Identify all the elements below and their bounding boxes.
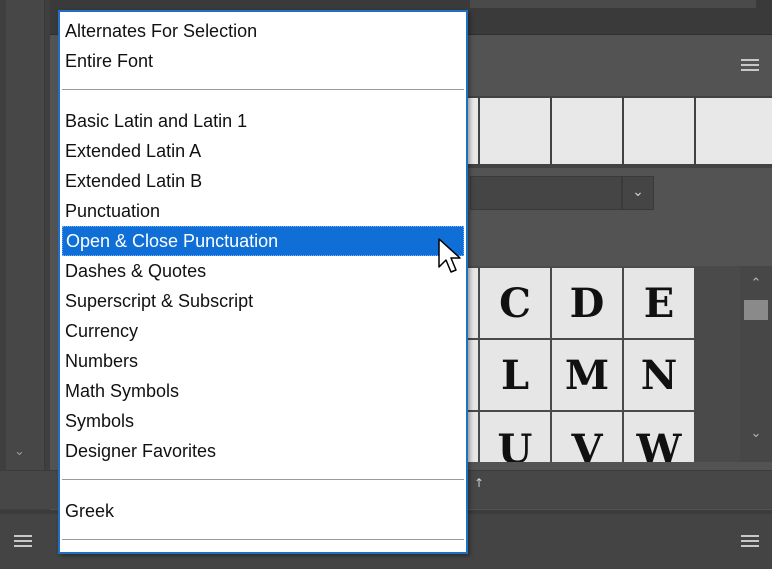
menu-item-dashes-quotes[interactable]: Dashes & Quotes — [62, 256, 464, 286]
menu-item-entire-font[interactable]: Entire Font — [62, 46, 464, 76]
glyph-grid-scrollbar[interactable]: ⌃ ⌄ — [740, 266, 772, 462]
glyph-cell[interactable]: L — [480, 340, 550, 410]
menu-item-symbols[interactable]: Symbols — [62, 406, 464, 436]
menu-item-superscript-subscript[interactable]: Superscript & Subscript — [62, 286, 464, 316]
glyph-cell[interactable]: U — [480, 412, 550, 462]
recent-glyph-cell[interactable] — [480, 98, 550, 164]
left-panel-menu-hamburger-icon[interactable] — [14, 535, 32, 547]
bottom-panel-menu-hamburger-icon[interactable] — [741, 535, 759, 547]
menu-item-punctuation[interactable]: Punctuation — [62, 196, 464, 226]
menu-item-currency[interactable]: Currency — [62, 316, 464, 346]
recent-glyph-cell[interactable] — [696, 98, 772, 164]
zoom-arrow-icon[interactable]: ↑ — [474, 476, 484, 490]
glyph-cell[interactable]: E — [624, 268, 694, 338]
glyph-char: C — [499, 279, 531, 327]
show-category-dropdown[interactable]: ⌄ — [470, 176, 654, 210]
glyph-char: D — [569, 279, 605, 327]
recently-used-glyphs-row — [466, 96, 772, 168]
menu-separator — [62, 89, 464, 90]
glyph-char: U — [497, 426, 533, 462]
glyph-char: N — [640, 351, 678, 399]
glyph-cell[interactable] — [468, 268, 478, 338]
glyph-char: E — [643, 279, 675, 327]
menu-item-numbers[interactable]: Numbers — [62, 346, 464, 376]
menu-item-basic-latin[interactable]: Basic Latin and Latin 1 — [62, 106, 464, 136]
glyph-cell[interactable]: V — [552, 412, 622, 462]
show-category-field[interactable] — [470, 176, 622, 210]
menu-item-open-close-punctuation[interactable]: Open & Close Punctuation — [62, 226, 464, 256]
recent-glyph-cell[interactable] — [552, 98, 622, 164]
menu-item-extended-latin-b[interactable]: Extended Latin B — [62, 166, 464, 196]
glyph-cell[interactable]: N — [624, 340, 694, 410]
glyph-cell[interactable]: M — [552, 340, 622, 410]
menu-separator — [62, 539, 464, 540]
menu-item-greek[interactable]: Greek — [62, 496, 464, 526]
scrollbar-thumb[interactable] — [744, 300, 768, 320]
menu-item-extended-latin-a[interactable]: Extended Latin A — [62, 136, 464, 166]
recent-glyph-cell[interactable] — [624, 98, 694, 164]
left-dock-panel — [6, 0, 45, 470]
top-panel-strip-inner — [470, 0, 756, 8]
glyph-category-menu: Alternates For Selection Entire Font Bas… — [58, 10, 468, 554]
recent-glyph-cell[interactable] — [468, 98, 478, 164]
menu-separator — [62, 479, 464, 480]
glyph-cell[interactable]: D — [552, 268, 622, 338]
glyph-cell[interactable] — [468, 412, 478, 462]
menu-item-designer-favorites[interactable]: Designer Favorites — [62, 436, 464, 466]
chevron-down-icon[interactable]: ⌄ — [622, 176, 654, 210]
glyph-char: W — [636, 426, 682, 462]
glyph-cell[interactable] — [468, 340, 478, 410]
arrow-cursor-icon — [437, 237, 463, 281]
glyph-char: L — [500, 351, 530, 399]
chevron-down-icon[interactable]: ⌄ — [740, 426, 772, 441]
glyph-cell[interactable]: C — [480, 268, 550, 338]
glyph-char: M — [564, 351, 610, 399]
chevron-up-icon[interactable]: ⌃ — [740, 276, 772, 291]
panel-menu-hamburger-icon[interactable] — [741, 59, 759, 71]
chevron-down-icon[interactable]: ⌄ — [14, 444, 25, 459]
menu-item-alternates-for-selection[interactable]: Alternates For Selection — [62, 16, 464, 46]
glyph-char: V — [571, 426, 603, 462]
glyph-cell[interactable]: W — [624, 412, 694, 462]
menu-item-math-symbols[interactable]: Math Symbols — [62, 376, 464, 406]
glyph-grid: C D E L M N U V W — [466, 266, 740, 462]
